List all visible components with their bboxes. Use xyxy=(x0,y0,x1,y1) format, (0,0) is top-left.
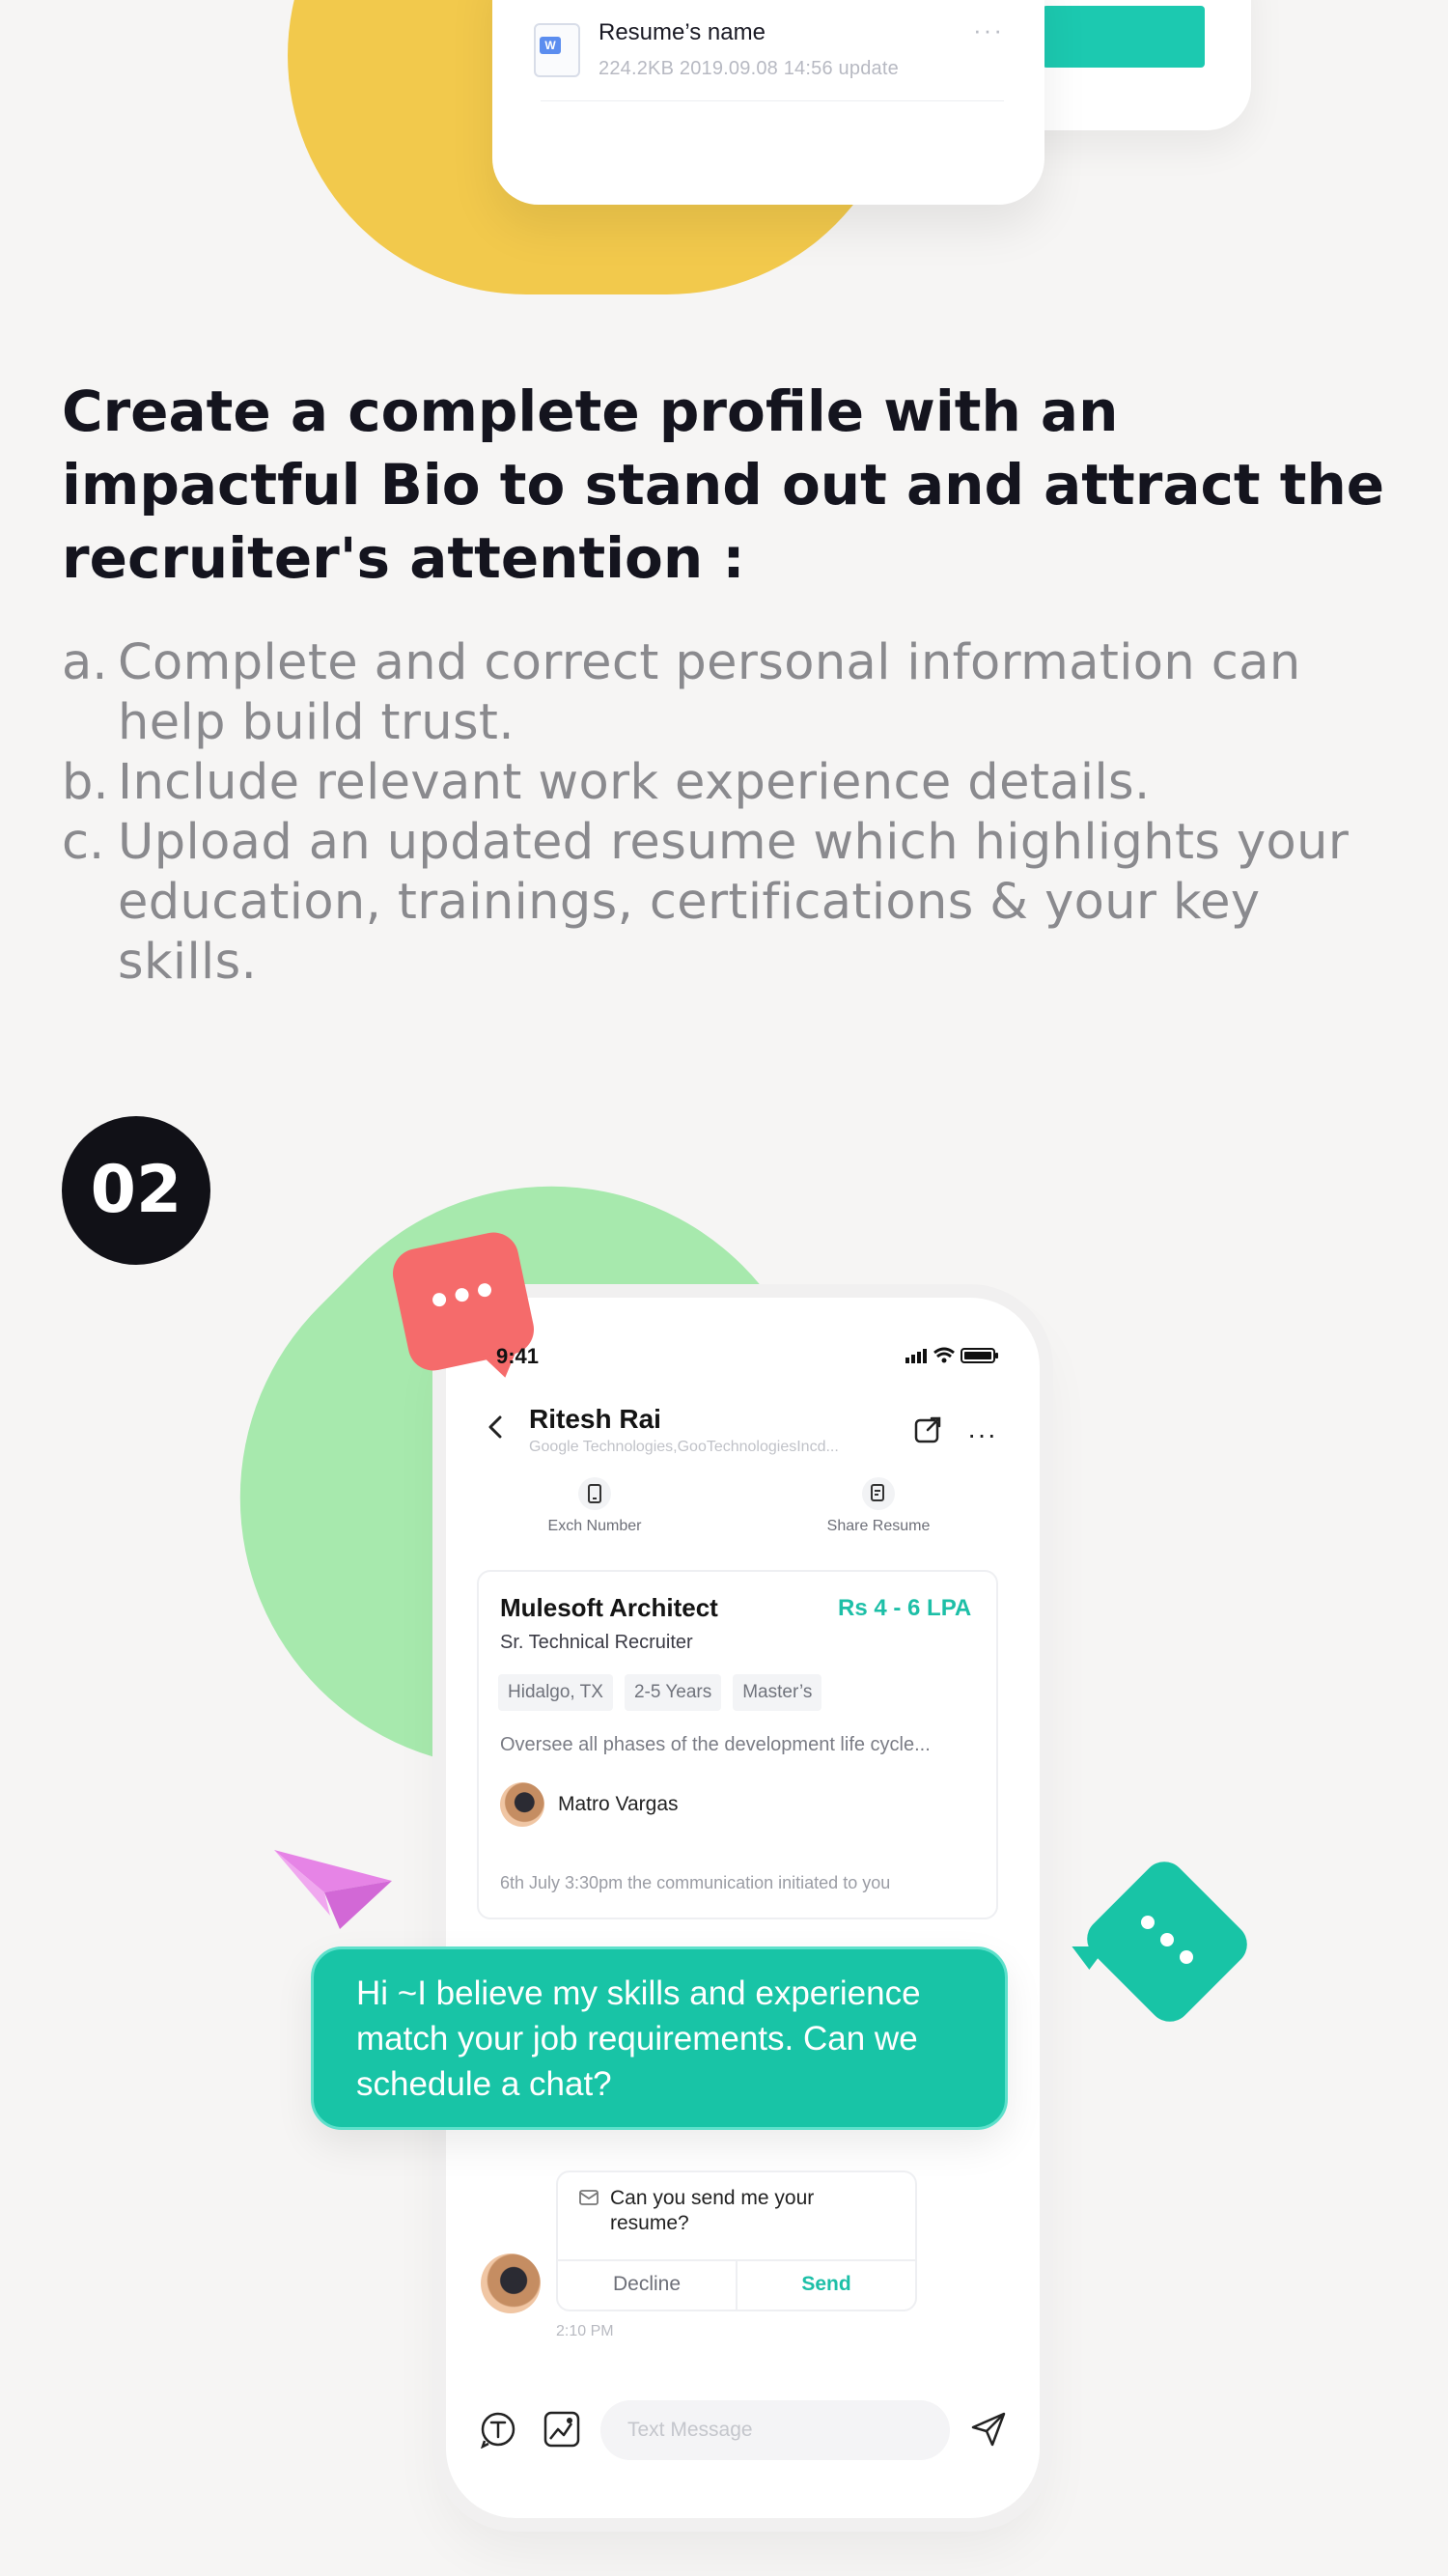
divider xyxy=(541,100,1004,101)
mail-icon xyxy=(579,2190,599,2205)
share-resume-label: Share Resume xyxy=(826,1518,931,1534)
contact-company: Google Technologies,GooTechnologiesIncd.… xyxy=(529,1439,839,1455)
phone-icon xyxy=(578,1477,611,1510)
exchange-number-button[interactable]: Exch Number xyxy=(529,1477,660,1535)
tip-item: b. Include relevant work experience deta… xyxy=(62,753,1413,813)
card-footer-note: 6th July 3:30pm the communication initia… xyxy=(500,1873,891,1892)
resume-name[interactable]: Resume’s name xyxy=(599,19,766,46)
paper-plane-icon xyxy=(274,1850,392,1929)
chat-message-bubble: Hi ~I believe my skills and experience m… xyxy=(311,1946,1008,2130)
share-resume-button[interactable]: Share Resume xyxy=(811,1477,946,1535)
job-tag: Hidalgo, TX xyxy=(498,1674,613,1711)
contact-name: Ritesh Rai xyxy=(529,1404,661,1434)
job-role: Sr. Technical Recruiter xyxy=(500,1632,693,1653)
share-icon[interactable] xyxy=(911,1414,944,1446)
job-description: Oversee all phases of the development li… xyxy=(500,1734,931,1755)
decline-button[interactable]: Decline xyxy=(558,2273,736,2296)
tips-list: a. Complete and correct personal informa… xyxy=(62,633,1413,993)
tip-item: c. Upload an updated resume which highli… xyxy=(62,813,1413,993)
job-salary: Rs 4 - 6 LPA xyxy=(838,1595,972,1621)
tip-marker: c. xyxy=(62,814,105,871)
avatar xyxy=(481,2254,541,2313)
more-options-icon[interactable]: ··· xyxy=(973,15,1004,45)
job-tag: Master’s xyxy=(733,1674,822,1711)
message-time: 2:10 PM xyxy=(556,2323,614,2339)
resume-meta: 224.2KB 2019.09.08 14:56 update xyxy=(599,58,899,79)
tip-text: Upload an updated resume which highlight… xyxy=(118,814,1350,991)
send-resume-button[interactable]: Send xyxy=(738,2273,915,2296)
word-document-icon: W xyxy=(534,23,580,77)
tip-item: a. Complete and correct personal informa… xyxy=(62,633,1413,753)
more-options-icon[interactable]: ··· xyxy=(967,1419,997,1450)
job-tag: 2-5 Years xyxy=(624,1674,722,1711)
section-headline: Create a complete profile with an impact… xyxy=(62,378,1385,591)
resume-icon xyxy=(862,1477,895,1510)
job-title: Mulesoft Architect xyxy=(500,1593,718,1622)
avatar xyxy=(500,1782,544,1827)
tip-text: Complete and correct personal informatio… xyxy=(118,634,1301,751)
text-mode-icon[interactable] xyxy=(479,2410,517,2449)
send-icon[interactable] xyxy=(969,2410,1008,2449)
recruiter-name: Matro Vargas xyxy=(558,1793,679,1815)
status-bar-icons xyxy=(905,1347,998,1363)
back-arrow-icon[interactable] xyxy=(483,1410,510,1444)
tip-marker: b. xyxy=(62,754,109,811)
image-icon[interactable] xyxy=(543,2410,581,2449)
message-input[interactable] xyxy=(600,2400,950,2460)
chat-dots xyxy=(1128,1912,1214,1970)
tip-marker: a. xyxy=(62,634,108,691)
resume-request-text: Can you send me your resume? xyxy=(610,2187,815,2234)
step-number-badge: 02 xyxy=(62,1116,210,1265)
background-card-button xyxy=(1043,6,1205,68)
job-tags: Hidalgo, TX 2-5 Years Master’s xyxy=(498,1674,822,1711)
exch-number-label: Exch Number xyxy=(547,1518,642,1534)
tip-text: Include relevant work experience details… xyxy=(118,754,1151,811)
status-time: 9:41 xyxy=(496,1344,540,1368)
